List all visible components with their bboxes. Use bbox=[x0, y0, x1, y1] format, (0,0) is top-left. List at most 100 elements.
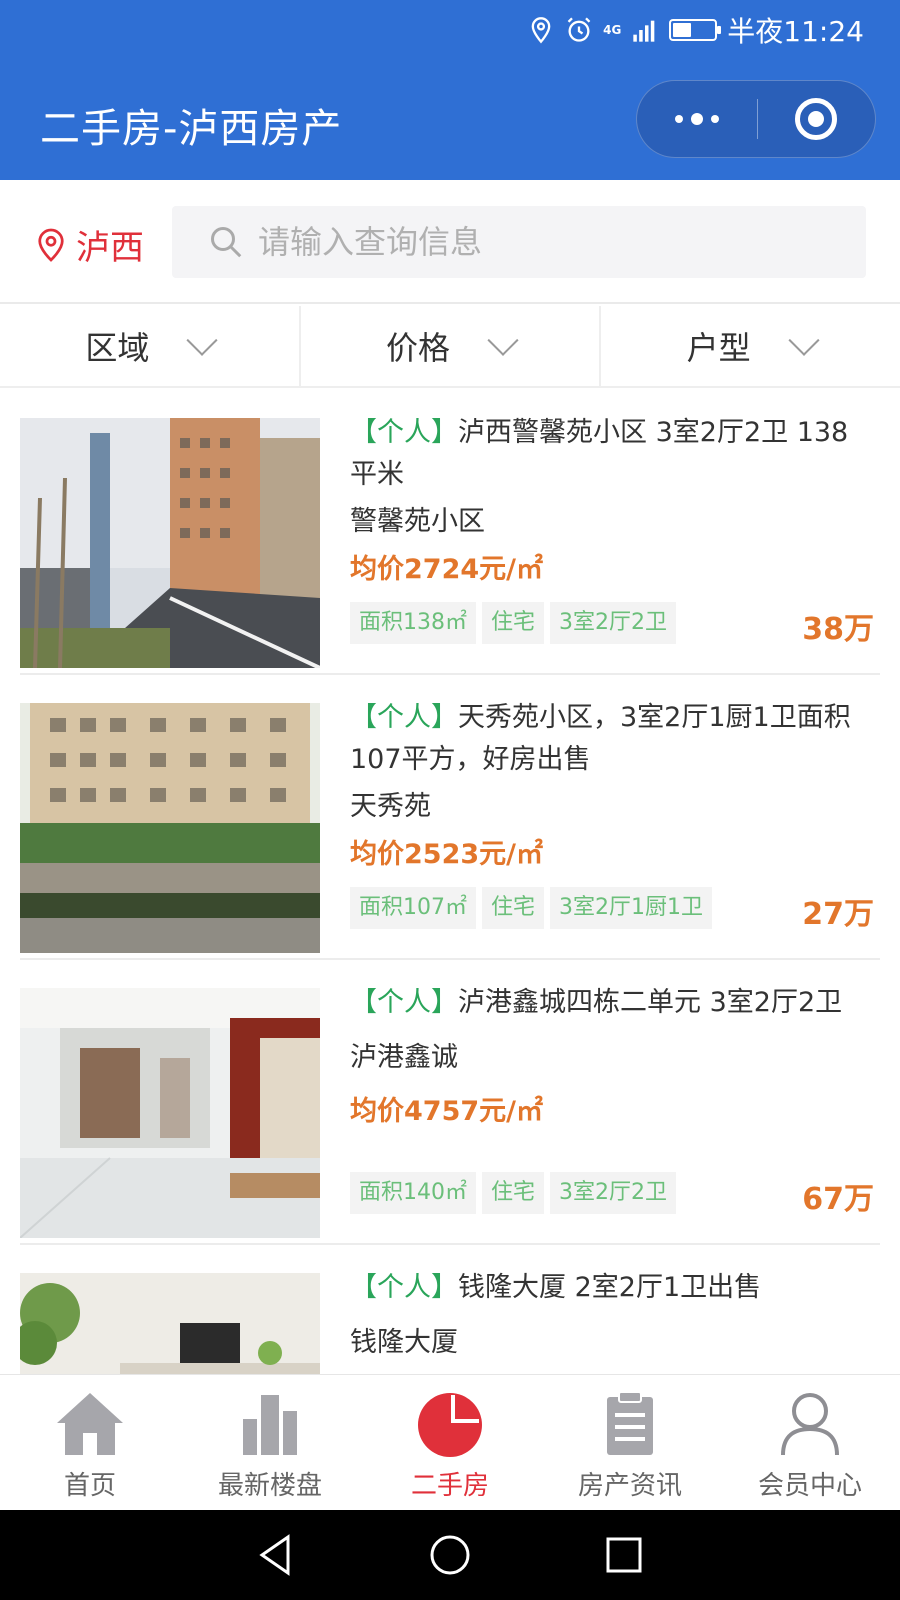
tab-new-properties[interactable]: 最新楼盘 bbox=[180, 1375, 360, 1510]
battery-level bbox=[673, 23, 692, 37]
close-miniprogram-button[interactable] bbox=[758, 81, 876, 157]
listing-total-price: 38万 bbox=[802, 612, 874, 647]
tab-home[interactable]: 首页 bbox=[0, 1375, 180, 1510]
type-chip: 住宅 bbox=[482, 887, 545, 929]
listing-unit-price: 均价4757元/㎡ bbox=[350, 1096, 544, 1127]
app-header: 4G 半夜11:24 二手房-泸西房产 bbox=[0, 0, 900, 180]
system-nav-bar bbox=[0, 1510, 900, 1600]
filter-price[interactable]: 价格 bbox=[301, 306, 602, 386]
battery-icon bbox=[669, 19, 722, 41]
tab-label: 二手房 bbox=[410, 1471, 489, 1501]
listing-photo bbox=[20, 418, 320, 668]
bottom-tabbar: 首页 最新楼盘 二手房 房产资讯 会员中心 bbox=[0, 1374, 900, 1510]
home-circle-icon[interactable] bbox=[428, 1533, 472, 1577]
status-time: 半夜11:24 bbox=[727, 15, 864, 48]
area-chip: 面积140㎡ bbox=[350, 1172, 476, 1214]
listing-tag: 【个人】 bbox=[350, 417, 458, 448]
listing-chips: 面积107㎡ 住宅 3室2厅1厨1卫 bbox=[350, 887, 713, 929]
listing-title-text: 泸港鑫城四栋二单元 3室2厅2卫 bbox=[458, 987, 843, 1018]
listing-item[interactable]: 【个人】泸港鑫城四栋二单元 3室2厅2卫 泸港鑫诚 均价4757元/㎡ 面积14… bbox=[20, 960, 880, 1245]
listing-estate: 钱隆大厦 bbox=[350, 1327, 458, 1358]
listing-info: 【个人】钱隆大厦 2室2厅1卫出售 钱隆大厦 bbox=[350, 1267, 874, 1363]
listing-photo bbox=[20, 988, 320, 1238]
filter-row: 区域 价格 户型 bbox=[0, 306, 900, 388]
search-box[interactable] bbox=[172, 206, 866, 278]
recents-icon[interactable] bbox=[602, 1533, 646, 1577]
city-label: 泸西 bbox=[76, 228, 144, 268]
filter-layout[interactable]: 户型 bbox=[601, 306, 900, 386]
listing-item[interactable]: 【个人】钱隆大厦 2室2厅1卫出售 钱隆大厦 bbox=[20, 1245, 880, 1374]
miniprogram-capsule bbox=[636, 80, 876, 158]
tab-news[interactable]: 房产资讯 bbox=[540, 1375, 720, 1510]
type-chip: 住宅 bbox=[482, 602, 545, 644]
filter-region[interactable]: 区域 bbox=[0, 306, 301, 386]
listing-title: 【个人】天秀苑小区，3室2厅1厨1卫面积107平方，好房出售 bbox=[350, 697, 874, 781]
back-icon[interactable] bbox=[254, 1533, 298, 1577]
tab-label: 最新楼盘 bbox=[217, 1471, 322, 1501]
listing-info: 【个人】泸西警馨苑小区 3室2厅2卫 138平米 警馨苑小区 均价2724元/㎡ bbox=[350, 412, 874, 590]
status-icons: 4G 半夜11:24 bbox=[527, 12, 864, 48]
search-input[interactable] bbox=[258, 223, 818, 261]
listing-unit-price: 均价2523元/㎡ bbox=[350, 839, 544, 870]
status-bar: 4G 半夜11:24 bbox=[0, 0, 900, 60]
listing-tag: 【个人】 bbox=[350, 1272, 458, 1303]
user-icon bbox=[781, 1393, 839, 1456]
listing-unit-price: 均价2724元/㎡ bbox=[350, 554, 544, 585]
city-selector[interactable]: 泸西 bbox=[36, 220, 144, 269]
area-chip: 面积138㎡ bbox=[350, 602, 476, 644]
listing-list: 【个人】泸西警馨苑小区 3室2厅2卫 138平米 警馨苑小区 均价2724元/㎡… bbox=[0, 390, 900, 1374]
search-row: 泸西 bbox=[0, 180, 900, 304]
listing-tag: 【个人】 bbox=[350, 987, 458, 1018]
signal-icon bbox=[633, 20, 655, 42]
home-icon bbox=[57, 1393, 123, 1455]
layout-chip: 3室2厅2卫 bbox=[550, 602, 677, 644]
listing-estate: 警馨苑小区 bbox=[350, 506, 485, 537]
clipboard-icon bbox=[607, 1391, 653, 1455]
listing-title-text: 钱隆大厦 2室2厅1卫出售 bbox=[458, 1272, 762, 1303]
location-status-icon bbox=[531, 17, 551, 44]
filter-label: 区域 bbox=[85, 329, 150, 367]
listing-title: 【个人】泸西警馨苑小区 3室2厅2卫 138平米 bbox=[350, 412, 874, 496]
listing-chips: 面积138㎡ 住宅 3室2厅2卫 bbox=[350, 602, 677, 644]
layout-chip: 3室2厅1厨1卫 bbox=[550, 887, 713, 929]
listing-title: 【个人】泸港鑫城四栋二单元 3室2厅2卫 bbox=[350, 982, 874, 1024]
listing-photo bbox=[20, 1273, 320, 1374]
listing-info: 【个人】天秀苑小区，3室2厅1厨1卫面积107平方，好房出售 天秀苑 均价252… bbox=[350, 697, 874, 875]
pie-icon bbox=[418, 1393, 482, 1457]
buildings-icon bbox=[243, 1395, 297, 1455]
listing-item[interactable]: 【个人】泸西警馨苑小区 3室2厅2卫 138平米 警馨苑小区 均价2724元/㎡… bbox=[20, 390, 880, 675]
location-pin-icon bbox=[38, 228, 64, 262]
layout-chip: 3室2厅2卫 bbox=[550, 1172, 677, 1214]
more-dot-icon bbox=[710, 115, 719, 123]
filter-label: 户型 bbox=[686, 329, 751, 367]
tab-label: 房产资讯 bbox=[577, 1471, 682, 1501]
listing-total-price: 67万 bbox=[802, 1182, 874, 1217]
listing-chips: 面积140㎡ 住宅 3室2厅2卫 bbox=[350, 1172, 677, 1214]
page-title: 二手房-泸西房产 bbox=[40, 106, 343, 152]
listing-tag: 【个人】 bbox=[350, 702, 458, 733]
filter-label: 价格 bbox=[386, 329, 451, 367]
more-button[interactable] bbox=[637, 81, 757, 157]
chevron-down-icon bbox=[487, 324, 519, 356]
tab-label: 会员中心 bbox=[757, 1471, 862, 1501]
listing-estate: 泸港鑫诚 bbox=[350, 1042, 458, 1073]
listing-info: 【个人】泸港鑫城四栋二单元 3室2厅2卫 泸港鑫诚 均价4757元/㎡ bbox=[350, 982, 874, 1132]
listing-title: 【个人】钱隆大厦 2室2厅1卫出售 bbox=[350, 1267, 874, 1309]
chevron-down-icon bbox=[186, 324, 218, 356]
area-chip: 面积107㎡ bbox=[350, 887, 476, 929]
tab-member[interactable]: 会员中心 bbox=[720, 1375, 900, 1510]
tab-second-hand[interactable]: 二手房 bbox=[360, 1375, 540, 1510]
network-indicator: 4G bbox=[603, 23, 622, 37]
target-icon bbox=[795, 98, 838, 140]
chevron-down-icon bbox=[788, 324, 820, 356]
listing-photo bbox=[20, 703, 320, 953]
more-dot-icon bbox=[690, 113, 703, 125]
search-icon bbox=[211, 227, 242, 258]
type-chip: 住宅 bbox=[482, 1172, 545, 1214]
listing-estate: 天秀苑 bbox=[350, 791, 431, 822]
listing-item[interactable]: 【个人】天秀苑小区，3室2厅1厨1卫面积107平方，好房出售 天秀苑 均价252… bbox=[20, 675, 880, 960]
alarm-icon bbox=[567, 17, 591, 42]
tab-label: 首页 bbox=[63, 1471, 116, 1501]
listing-total-price: 27万 bbox=[802, 897, 874, 932]
more-dot-icon bbox=[674, 115, 683, 123]
